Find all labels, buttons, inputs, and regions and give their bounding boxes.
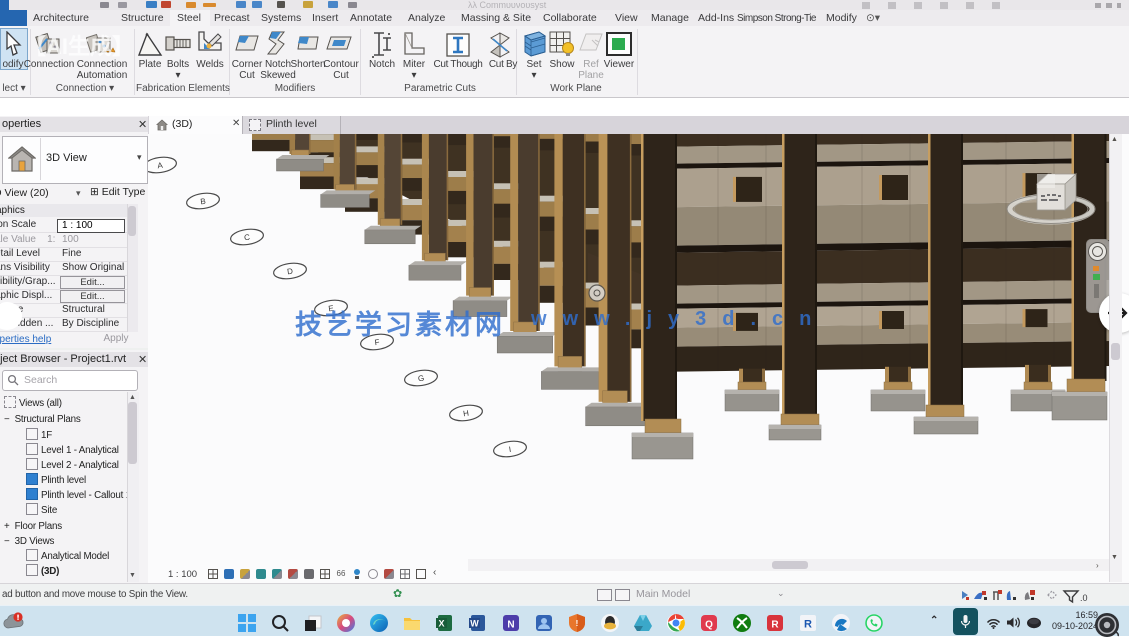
svg-text:W: W	[470, 619, 479, 629]
svg-text:G: G	[417, 374, 424, 384]
svg-text:.0: .0	[1080, 593, 1088, 603]
svg-text:R: R	[771, 620, 779, 631]
svg-text:N: N	[507, 620, 514, 631]
svg-text:R: R	[804, 619, 812, 631]
svg-text:Q: Q	[705, 620, 713, 631]
svg-text:X: X	[438, 619, 444, 629]
svg-text:!: !	[576, 619, 579, 628]
